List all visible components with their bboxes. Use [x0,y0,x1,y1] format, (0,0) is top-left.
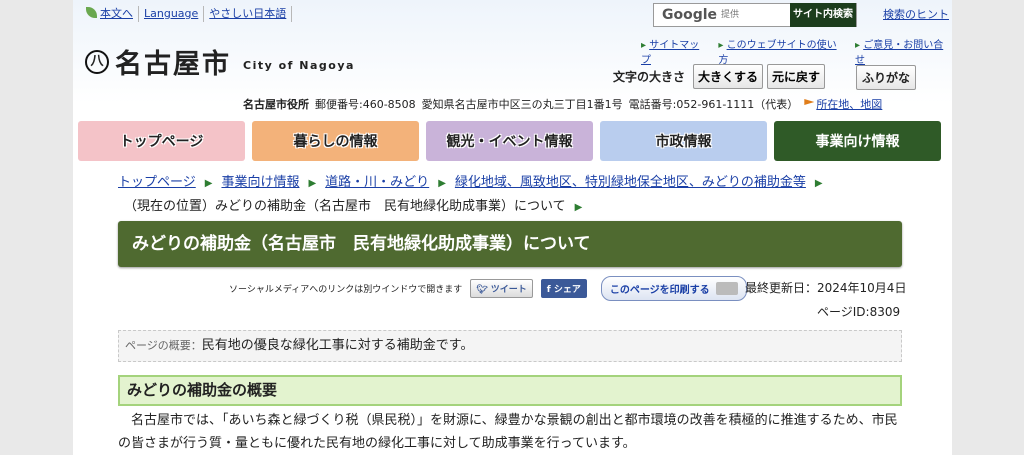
easy-japanese-link[interactable]: やさしい日本語 [204,6,293,22]
print-label: このページを印刷する [609,285,710,296]
phone-number: 電話番号:052-961-1111（代表） [628,98,799,111]
breadcrumb-current: （現在の位置）みどりの補助金（名古屋市 民有地緑化助成事業）について [124,199,566,214]
nav-top-page[interactable]: トップページ [78,121,245,161]
map-link[interactable]: 所在地、地図 [816,96,882,112]
language-label[interactable]: Language [144,7,198,20]
nav-business-info[interactable]: 事業向け情報 [774,121,941,161]
top-links: 本文へ Language やさしい日本語 [81,4,293,24]
breadcrumb-arrow-icon: ▶ [438,178,446,189]
contact-link[interactable]: ご意見・お問い合せ [855,36,952,66]
breadcrumb-item[interactable]: 道路・川・みどり [325,175,429,190]
search-input[interactable] [739,4,784,26]
breadcrumb-item[interactable]: トップページ [118,175,196,190]
social-note: ソーシャルメディアへのリンクは別ウインドウで開きます [229,285,463,295]
nav-city-government[interactable]: 市政情報 [600,121,767,161]
leaf-icon [86,7,97,18]
font-enlarge-button[interactable]: 大きくする [693,64,764,89]
how-to-use-label[interactable]: このウェブサイトの使い方 [718,40,836,66]
tweet-button[interactable]: 🐦︎ ツイート [470,279,533,298]
site-logo[interactable]: 八 名古屋市 City of Nagoya [85,42,355,81]
how-to-use-link[interactable]: このウェブサイトの使い方 [718,36,845,66]
nagoya-emblem-icon: 八 [85,49,109,74]
language-link[interactable]: Language [139,6,205,22]
facebook-icon: f [546,285,554,295]
share-button[interactable]: f シェア [540,279,587,298]
summary-label: ページの概要： [125,339,202,352]
sitemap-link[interactable]: サイトマップ [641,36,708,66]
global-nav: トップページ 暮らしの情報 観光・イベント情報 市政情報 事業向け情報 [78,121,941,161]
logo-english: City of Nagoya [243,59,355,72]
page-title: みどりの補助金（名古屋市 民有地緑化助成事業）について [118,221,902,267]
font-reset-button[interactable]: 元に戻す [767,64,826,89]
nav-tourism-events[interactable]: 観光・イベント情報 [426,121,593,161]
breadcrumb: トップページ ▶ 事業向け情報 ▶ 道路・川・みどり ▶ 緑化地域、風致地区、特別緑地保全地… [118,171,898,219]
search-hint-link[interactable]: 検索のヒント [883,6,949,22]
printer-icon [715,282,738,295]
furigana-label: ふりがな [862,71,911,85]
city-hall-address: 名古屋市役所 郵便番号:460-8508 愛知県名古屋市中区三の丸三丁目1番1号… [243,96,882,112]
postal-code: 郵便番号:460-8508 [315,98,416,111]
google-logo: Google [662,7,718,23]
breadcrumb-arrow-icon: ▶ [308,178,317,189]
skip-to-content-link[interactable]: 本文へ [81,6,139,22]
twitter-bird-icon: 🐦︎ [476,285,491,295]
skip-to-content-label[interactable]: 本文へ [100,7,133,20]
section-heading: みどりの補助金の概要 [118,375,902,406]
office-name: 名古屋市役所 [243,98,309,111]
breadcrumb-arrow-icon: ▶ [574,202,583,213]
sitemap-label[interactable]: サイトマップ [641,40,699,66]
page-summary: ページの概要：民有地の優良な緑化工事に対する補助金です。 [118,330,902,362]
tweet-label: ツイート [490,285,527,295]
font-size-label: 文字の大きさ [613,70,686,84]
social-bar: ソーシャルメディアへのリンクは別ウインドウで開きます 🐦︎ ツイート f シェア… [229,276,747,301]
page-id: ページID:8309 [817,305,901,319]
site-search-button[interactable]: サイト内検索 [790,3,856,27]
share-label: シェア [553,285,581,295]
font-size-controls: 文字の大きさ 大きくする 元に戻す [613,64,826,89]
breadcrumb-arrow-icon: ▶ [814,178,823,189]
contact-label[interactable]: ご意見・お問い合せ [855,40,943,66]
nav-living-info[interactable]: 暮らしの情報 [252,121,419,161]
last-updated: 最終更新日：2024年10月4日 [745,281,907,295]
furigana-button[interactable]: ふりがな [856,65,917,90]
flag-icon [804,99,815,105]
logo-name: 名古屋市 [115,49,231,80]
utility-links: サイトマップ このウェブサイトの使い方 ご意見・お問い合せ [641,36,952,66]
print-button[interactable]: このページを印刷する [600,276,747,301]
breadcrumb-item[interactable]: 事業向け情報 [221,175,299,190]
office-location: 愛知県名古屋市中区三の丸三丁目1番1号 [421,98,623,111]
body-paragraph: 名古屋市では、「あいち森と緑づくり税（県民税）」を財源に、緑豊かな景観の創出と都… [118,413,898,451]
google-provided-label: 提供 [721,10,740,20]
easy-japanese-label[interactable]: やさしい日本語 [209,7,286,20]
breadcrumb-arrow-icon: ▶ [204,178,213,189]
breadcrumb-item[interactable]: 緑化地域、風致地区、特別緑地保全地区、みどりの補助金等 [455,175,806,190]
summary-text: 民有地の優良な緑化工事に対する補助金です。 [201,338,474,353]
page-container: 本文へ Language やさしい日本語 Google 提供 サイト内検索 検索… [73,0,952,455]
